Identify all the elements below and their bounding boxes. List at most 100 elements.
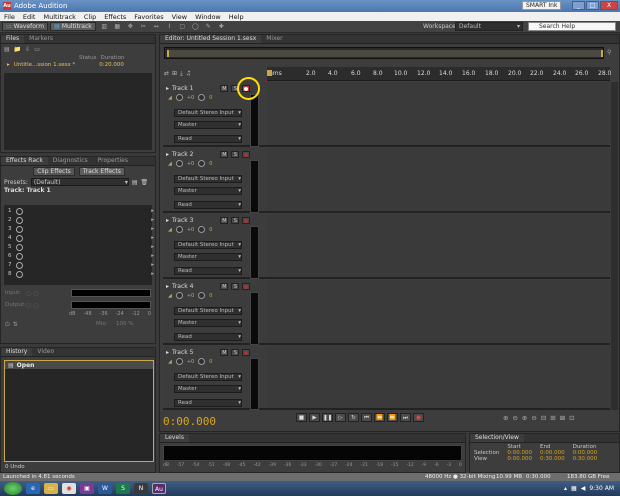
output-knob-icon[interactable]: ◌ ◌: [26, 302, 38, 309]
overview-bar[interactable]: [164, 47, 604, 59]
track-expand-icon[interactable]: ▸: [166, 283, 169, 290]
go-to-end-button[interactable]: ⏭: [400, 413, 411, 422]
slot-menu-arrow-icon[interactable]: ▸: [151, 271, 154, 277]
menu-multitrack[interactable]: Multitrack: [39, 13, 79, 21]
track-expand-icon[interactable]: ▸: [166, 217, 169, 224]
slot-menu-arrow-icon[interactable]: ▸: [151, 253, 154, 259]
tab-effects-rack[interactable]: Effects Rack: [1, 157, 48, 165]
automation-select[interactable]: Read ▾: [174, 135, 242, 143]
minimize-button[interactable]: _: [572, 1, 585, 10]
view-duration[interactable]: 0:30.000: [569, 456, 602, 462]
close-file-icon[interactable]: ▭: [34, 46, 40, 53]
power-icon[interactable]: [16, 234, 23, 242]
input-select[interactable]: Default Stereo Input ▾: [174, 307, 242, 315]
output-select[interactable]: Master ▾: [174, 319, 242, 327]
slot-menu-arrow-icon[interactable]: ▸: [151, 217, 154, 223]
time-selection-icon[interactable]: I: [165, 23, 174, 31]
record-arm-button[interactable]: [242, 283, 251, 290]
tab-files[interactable]: Files: [1, 35, 25, 43]
track-expand-icon[interactable]: ▸: [166, 85, 169, 92]
snap-icon[interactable]: ⊞: [172, 70, 177, 78]
slot-menu-arrow-icon[interactable]: ▸: [151, 226, 154, 232]
power-icon[interactable]: [16, 216, 23, 224]
smart-icon[interactable]: S: [116, 483, 130, 494]
tab-selection-view[interactable]: Selection/View: [470, 434, 524, 442]
volume-knob[interactable]: [175, 358, 183, 365]
track-lane[interactable]: [267, 280, 610, 345]
pan-knob[interactable]: [198, 226, 206, 233]
notebook-icon[interactable]: N: [134, 483, 148, 494]
loop-button[interactable]: ↻: [348, 413, 359, 422]
solo-button[interactable]: S: [231, 217, 240, 224]
track-lane[interactable]: [267, 214, 610, 279]
import-icon[interactable]: ⇩: [25, 46, 30, 53]
close-button[interactable]: X: [600, 1, 618, 10]
menu-window[interactable]: Window: [191, 13, 225, 21]
go-to-start-button[interactable]: ⏮: [361, 413, 372, 422]
zoom-in-point-icon[interactable]: ⊞: [550, 414, 555, 422]
track-lane[interactable]: [267, 346, 610, 410]
move-tool-icon[interactable]: ✥: [126, 23, 135, 31]
play-from-cursor-icon[interactable]: ▷: [335, 413, 346, 422]
menu-favorites[interactable]: Favorites: [130, 13, 167, 21]
zoom-selection-icon[interactable]: ⊠: [560, 414, 565, 422]
tab-diagnostics[interactable]: Diagnostics: [48, 157, 93, 165]
time-ruler[interactable]: hms 2.0 4.0 6.0 8.0 10.0 12.0 14.0 16.0 …: [267, 67, 611, 81]
delete-preset-icon[interactable]: 🗑: [141, 179, 149, 186]
media-icon[interactable]: ▣: [80, 483, 94, 494]
pause-button[interactable]: ❚❚: [322, 413, 333, 422]
track-expand-icon[interactable]: ▸: [166, 349, 169, 356]
track-name[interactable]: Track 4: [172, 283, 193, 290]
lasso-icon[interactable]: ◯: [191, 23, 200, 31]
network-icon[interactable]: ▦: [571, 485, 577, 492]
mute-button[interactable]: M: [220, 217, 229, 224]
playhead-icon[interactable]: [267, 70, 272, 76]
slip-tool-icon[interactable]: ↔: [152, 23, 161, 31]
history-item-open[interactable]: ▤ Open: [5, 361, 153, 369]
sync-icon[interactable]: ⇄: [164, 70, 169, 78]
marquee-icon[interactable]: ▢: [178, 23, 187, 31]
track-name[interactable]: Track 3: [172, 217, 193, 224]
ie-icon[interactable]: e: [26, 483, 40, 494]
file-list-item[interactable]: ▸ Untitle...ssion 1.sesx * 0:20.000: [1, 61, 155, 69]
zoom-out-time-icon[interactable]: ⊖: [531, 414, 536, 422]
pitch-icon[interactable]: ▦: [113, 23, 122, 31]
effect-slot[interactable]: 1 ▸: [8, 207, 154, 215]
volume-knob[interactable]: [175, 226, 183, 233]
track-lane[interactable]: [267, 148, 610, 213]
mute-button[interactable]: M: [220, 151, 229, 158]
spectral-icon[interactable]: ▥: [100, 23, 109, 31]
waveform-button[interactable]: ▭ Waveform: [2, 22, 49, 31]
tab-levels[interactable]: Levels: [160, 434, 189, 442]
mute-button[interactable]: M: [220, 283, 229, 290]
power-icon[interactable]: [16, 252, 23, 260]
power-icon[interactable]: [16, 225, 23, 233]
output-select[interactable]: Master ▾: [174, 385, 242, 393]
mixdown-icon[interactable]: ⤓: [180, 70, 183, 78]
slot-menu-arrow-icon[interactable]: ▸: [151, 235, 154, 241]
search-help-input[interactable]: Search Help: [528, 22, 616, 31]
volume-knob[interactable]: [175, 94, 183, 101]
razor-tool-icon[interactable]: ✂: [139, 23, 148, 31]
rack-power-icon[interactable]: ⏻: [5, 321, 10, 329]
play-button[interactable]: ▶: [309, 413, 320, 422]
metronome-icon[interactable]: ♫: [186, 70, 191, 78]
power-icon[interactable]: [16, 243, 23, 251]
menu-effects[interactable]: Effects: [100, 13, 130, 21]
menu-file[interactable]: File: [0, 13, 19, 21]
tab-video[interactable]: Video: [32, 348, 59, 356]
input-select[interactable]: Default Stereo Input ▾: [174, 109, 242, 117]
start-button-icon[interactable]: [4, 482, 22, 495]
effect-slot[interactable]: 8 ▸: [8, 270, 154, 278]
zoom-track-icon[interactable]: ⊡: [569, 414, 574, 422]
view-start[interactable]: 0:00.000: [503, 456, 536, 462]
effect-slot[interactable]: 4 ▸: [8, 234, 154, 242]
automation-select[interactable]: Read ▾: [174, 333, 242, 341]
power-icon[interactable]: [16, 207, 23, 215]
menu-edit[interactable]: Edit: [19, 13, 40, 21]
track-effects-tab[interactable]: Track Effects: [78, 167, 125, 176]
track-name[interactable]: Track 1: [172, 85, 193, 92]
fast-forward-button[interactable]: ⏩: [387, 413, 398, 422]
pan-knob[interactable]: [198, 292, 206, 299]
presets-select[interactable]: (Default) ▾: [30, 178, 129, 186]
